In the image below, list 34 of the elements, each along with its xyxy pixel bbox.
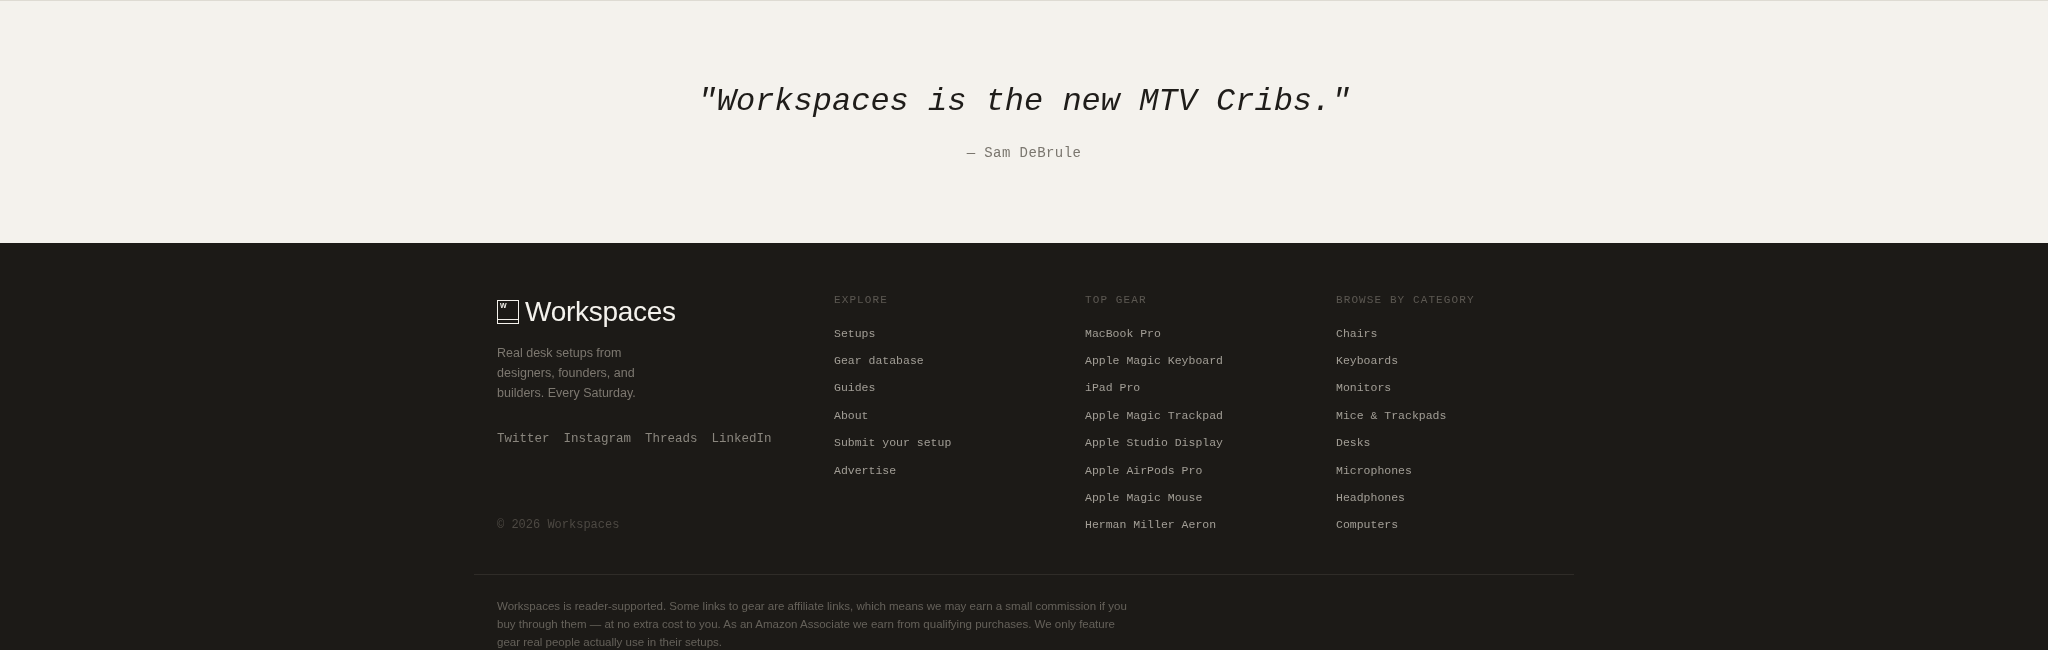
- footer-link[interactable]: MacBook Pro: [1085, 324, 1161, 342]
- footer-link[interactable]: Monitors: [1336, 379, 1392, 397]
- social-link[interactable]: Twitter: [497, 430, 550, 448]
- footer-link[interactable]: Herman Miller Aeron: [1085, 516, 1217, 534]
- footer-link[interactable]: Apple AirPods Pro: [1085, 461, 1203, 479]
- footer-link[interactable]: Microphones: [1336, 461, 1412, 479]
- social-link[interactable]: LinkedIn: [711, 430, 772, 448]
- footer-link[interactable]: Mice & Trackpads: [1336, 406, 1447, 425]
- footer-link[interactable]: Desks: [1336, 434, 1371, 452]
- site-description: Real desk setups from designers, founders, and builders. Every Saturday.: [497, 345, 637, 402]
- footer-link[interactable]: Submit your setup: [834, 434, 952, 452]
- footer-link[interactable]: Chairs: [1336, 324, 1378, 342]
- footer-link[interactable]: About: [834, 406, 869, 425]
- social-link[interactable]: Threads: [645, 430, 698, 448]
- footer-link[interactable]: Setups: [834, 324, 876, 342]
- social-link[interactable]: Instagram: [563, 430, 632, 448]
- quote-text: "Workspaces is the new MTV Cribs.": [697, 83, 1351, 121]
- brand-name[interactable]: Workspaces: [525, 297, 676, 327]
- footer-link[interactable]: Apple Magic Mouse: [1085, 488, 1203, 507]
- footer-link[interactable]: Guides: [834, 379, 876, 397]
- quote-author: — Sam DeBrule: [966, 144, 1082, 163]
- footer-link[interactable]: Computers: [1336, 516, 1399, 534]
- column-heading: TOP GEAR: [1085, 293, 1147, 308]
- footer-link[interactable]: Headphones: [1336, 488, 1405, 507]
- footer-link[interactable]: Keyboards: [1336, 351, 1399, 370]
- footer-link[interactable]: Apple Magic Keyboard: [1085, 351, 1224, 370]
- footer-link[interactable]: Gear database: [834, 351, 924, 370]
- footer-link[interactable]: Apple Magic Trackpad: [1085, 406, 1224, 425]
- footer-link[interactable]: iPad Pro: [1085, 379, 1141, 397]
- disclaimer-text: Workspaces is reader-supported. Some links to gear are affiliate links, which means we may earn a small commission if you buy through them — at no extra cost to you. As an Amazon Associate we earn from qualifying purchases. We only feature gear real people actually use in their setups.: [497, 598, 1128, 650]
- footer-link[interactable]: Apple Studio Display: [1085, 434, 1224, 452]
- column-heading: EXPLORE: [834, 293, 888, 308]
- footer-link[interactable]: Advertise: [834, 461, 897, 479]
- column-heading: BROWSE BY CATEGORY: [1336, 293, 1475, 308]
